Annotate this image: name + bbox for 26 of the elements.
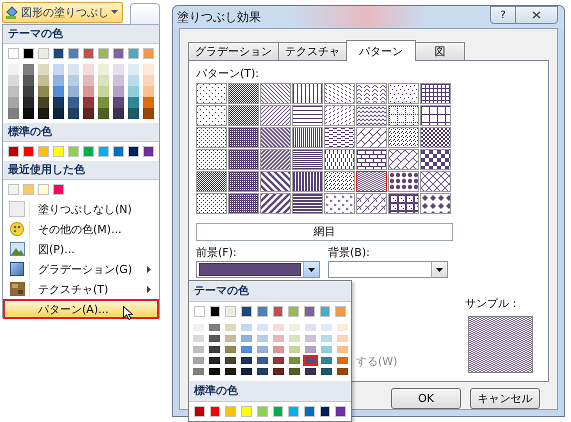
section-heading: テーマの色 bbox=[189, 281, 351, 302]
section-heading: 標準の色 bbox=[189, 381, 351, 402]
sample-label: サンプル： bbox=[465, 296, 521, 311]
tab[interactable]: グラデーション bbox=[188, 42, 279, 60]
ok-button[interactable]: OK bbox=[391, 388, 461, 409]
section-heading: テーマの色 bbox=[3, 25, 159, 44]
tab[interactable]: パターン bbox=[346, 40, 416, 61]
pattern-label: パターン(T): bbox=[196, 66, 260, 80]
window-title: 塗りつぶし効果 bbox=[177, 8, 261, 26]
pattern-name-field: 網目 bbox=[196, 223, 453, 241]
checkbox-label: する(W) bbox=[356, 354, 398, 369]
menu-item[interactable]: 図(P)... bbox=[3, 239, 159, 259]
section-heading: 最近使用した色 bbox=[3, 161, 159, 180]
menu-item[interactable]: テクスチャ(T) bbox=[3, 279, 159, 299]
help-button[interactable]: ? bbox=[490, 6, 516, 24]
menu-item[interactable]: その他の色(M)... bbox=[3, 219, 159, 239]
foreground-label: 前景(F): bbox=[196, 245, 238, 259]
tab[interactable]: テクスチャ bbox=[278, 42, 347, 60]
cancel-button[interactable]: キャンセル bbox=[470, 388, 540, 409]
menu-item[interactable]: 塗りつぶしなし(N) bbox=[3, 199, 159, 219]
tab[interactable]: 図 bbox=[415, 42, 465, 60]
background-label: 背景(B): bbox=[328, 245, 370, 259]
menu-item[interactable]: パターン(A)... bbox=[3, 299, 159, 319]
menu-item[interactable]: グラデーション(G) bbox=[3, 259, 159, 279]
shape-fill-button[interactable]: 図形の塗りつぶし bbox=[2, 2, 123, 22]
section-heading: 標準の色 bbox=[3, 123, 159, 142]
